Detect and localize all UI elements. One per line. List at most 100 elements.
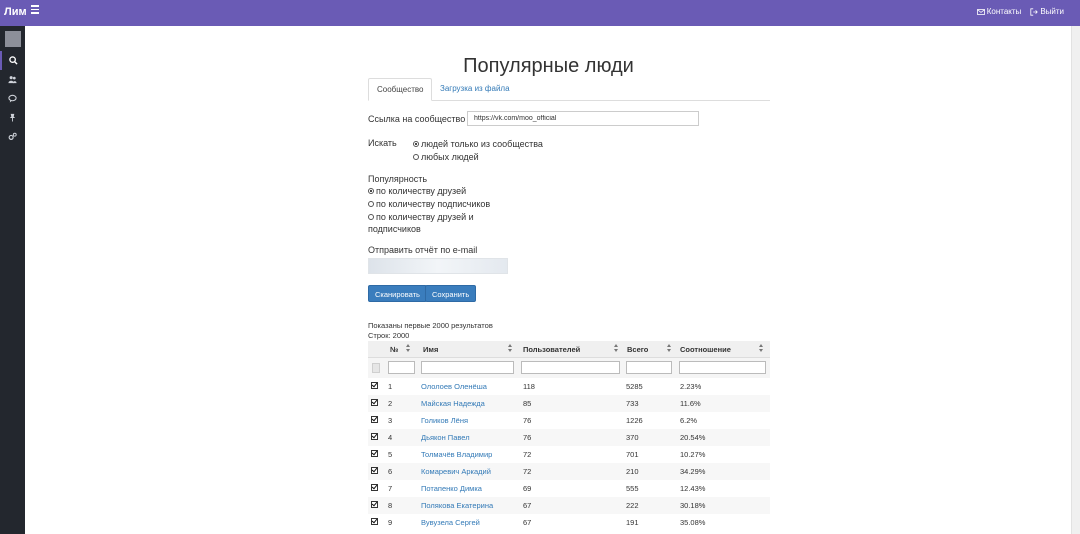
- cell-users: 67: [523, 518, 532, 527]
- hamburger-menu-icon[interactable]: [31, 5, 39, 14]
- person-name-link[interactable]: Голиков Лёня: [421, 416, 468, 425]
- person-name-link[interactable]: Потапенко Димка: [421, 484, 482, 493]
- table-row: 4 Дьякон Павел 76 370 20.54%: [368, 429, 770, 446]
- person-name-link[interactable]: Дьякон Павел: [421, 433, 470, 442]
- filter-num-input[interactable]: [388, 361, 415, 374]
- radio-button[interactable]: [413, 154, 419, 160]
- cell-total: 222: [626, 501, 639, 510]
- table-row: 5 Толмачёв Владимир 72 701 10.27%: [368, 446, 770, 463]
- pin-icon: [9, 113, 16, 122]
- cell-ratio: 20.54%: [680, 433, 706, 442]
- header-total[interactable]: Всего: [627, 345, 648, 354]
- row-checkbox[interactable]: [371, 450, 378, 457]
- select-all-checkbox[interactable]: [372, 363, 380, 373]
- tabs: Сообщество Загрузка из файла: [368, 78, 770, 101]
- popularity-option-both[interactable]: по количеству друзей и: [368, 212, 474, 222]
- filter-total-input[interactable]: [626, 361, 672, 374]
- table-row: 6 Комаревич Аркадий 72 210 34.29%: [368, 463, 770, 480]
- sidebar: [0, 26, 25, 534]
- cell-num: 8: [388, 501, 393, 510]
- radio-button[interactable]: [368, 201, 374, 207]
- cell-ratio: 34.29%: [680, 467, 706, 476]
- filter-users-input[interactable]: [521, 361, 620, 374]
- sidebar-item-search[interactable]: [0, 51, 25, 70]
- sort-icon[interactable]: [667, 344, 672, 352]
- community-link-label: Ссылка на сообщество: [368, 114, 466, 124]
- row-checkbox[interactable]: [371, 416, 378, 423]
- cell-num: 4: [388, 433, 393, 442]
- logout-label: Выйти: [1040, 7, 1064, 16]
- row-checkbox[interactable]: [371, 433, 378, 440]
- radio-button[interactable]: [368, 214, 374, 220]
- row-checkbox[interactable]: [371, 399, 378, 406]
- radio-label: по количеству друзей и: [376, 212, 474, 222]
- tab-community[interactable]: Сообщество: [368, 78, 433, 101]
- person-name-link[interactable]: Комаревич Аркадий: [421, 467, 491, 476]
- sort-icon[interactable]: [406, 344, 411, 352]
- logout-icon: [1030, 7, 1039, 16]
- row-checkbox[interactable]: [371, 484, 378, 491]
- cell-total: 555: [626, 484, 639, 493]
- cell-total: 733: [626, 399, 639, 408]
- radio-button[interactable]: [413, 141, 419, 147]
- community-link-input[interactable]: [467, 111, 699, 126]
- cell-users: 76: [523, 416, 532, 425]
- sidebar-item-users[interactable]: [0, 70, 25, 89]
- top-navbar: Лим Контакты Выйти: [0, 0, 1080, 26]
- cell-ratio: 10.27%: [680, 450, 706, 459]
- main-content: Сообщество Загрузка из файла Ссылка на с…: [368, 78, 770, 527]
- brand-logo[interactable]: Лим: [4, 6, 27, 18]
- sidebar-item-pin[interactable]: [0, 108, 25, 127]
- table-header: № Имя Пользователей Всего Соотношение: [368, 341, 770, 358]
- header-num[interactable]: №: [390, 345, 398, 354]
- row-checkbox[interactable]: [371, 467, 378, 474]
- radio-button[interactable]: [368, 188, 374, 194]
- community-link-row: Ссылка на сообщество: [368, 110, 770, 128]
- sort-icon[interactable]: [759, 344, 764, 352]
- person-name-link[interactable]: Полякова Екатерина: [421, 501, 493, 510]
- header-users[interactable]: Пользователей: [523, 345, 580, 354]
- cell-ratio: 12.43%: [680, 484, 706, 493]
- person-name-link[interactable]: Толмачёв Владимир: [421, 450, 492, 459]
- header-ratio[interactable]: Соотношение: [680, 345, 731, 354]
- sort-icon[interactable]: [614, 344, 619, 352]
- scan-button[interactable]: Сканировать: [368, 285, 427, 302]
- search-scope-label: Искать: [368, 138, 397, 148]
- cell-users: 72: [523, 467, 532, 476]
- filter-ratio-input[interactable]: [679, 361, 766, 374]
- email-label: Отправить отчёт по e-mail: [368, 245, 478, 255]
- tab-file-upload[interactable]: Загрузка из файла: [432, 78, 518, 100]
- popularity-option-friends[interactable]: по количеству друзей: [368, 186, 466, 196]
- sidebar-item-settings[interactable]: [0, 127, 25, 146]
- person-name-link[interactable]: Майская Надежда: [421, 399, 485, 408]
- table-row: 9 Вувузела Сергей 67 191 35.08%: [368, 514, 770, 531]
- filter-name-input[interactable]: [421, 361, 514, 374]
- page-title: Популярные люди: [463, 55, 634, 78]
- person-name-link[interactable]: Ололоев Оленёша: [421, 382, 487, 391]
- envelope-icon: [976, 8, 985, 15]
- avatar[interactable]: [5, 31, 21, 47]
- save-button[interactable]: Сохранить: [425, 285, 477, 302]
- filter-row: [368, 358, 770, 378]
- nav-right: Контакты Выйти: [976, 7, 1064, 16]
- popularity-option-followers[interactable]: по количеству подписчиков: [368, 199, 490, 209]
- cell-ratio: 2.23%: [680, 382, 702, 391]
- row-checkbox[interactable]: [371, 518, 378, 525]
- row-checkbox[interactable]: [371, 501, 378, 508]
- logout-link[interactable]: Выйти: [1030, 7, 1064, 16]
- popularity-label: Популярность: [368, 174, 428, 184]
- popularity-group: Популярность по количеству друзей по кол…: [368, 174, 770, 234]
- person-name-link[interactable]: Вувузела Сергей: [421, 518, 480, 527]
- row-checkbox[interactable]: [371, 382, 378, 389]
- table-row: 3 Голиков Лёня 76 1226 6.2%: [368, 412, 770, 429]
- header-name[interactable]: Имя: [423, 345, 438, 354]
- cell-num: 1: [388, 382, 393, 391]
- table-row: 2 Майская Надежда 85 733 11.6%: [368, 395, 770, 412]
- search-option-any[interactable]: любых людей: [413, 152, 479, 162]
- email-field[interactable]: [368, 258, 508, 274]
- search-option-community[interactable]: людей только из сообщества: [413, 139, 543, 149]
- sidebar-item-chat[interactable]: [0, 89, 25, 108]
- cell-num: 6: [388, 467, 393, 476]
- sort-icon[interactable]: [508, 344, 513, 352]
- contacts-link[interactable]: Контакты: [976, 7, 1021, 16]
